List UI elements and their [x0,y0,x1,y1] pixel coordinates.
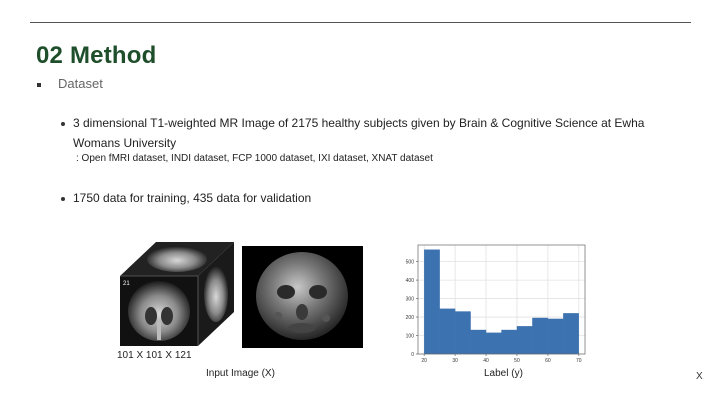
section-bullet-icon [37,83,41,87]
x-tick-label: 20 [421,358,427,364]
corner-x-mark: X [696,371,703,382]
bullet-2: 1750 data for training, 435 data for val… [73,191,312,205]
input-image-caption: Input Image (X) [206,368,275,379]
bullet-dot-icon [61,122,65,126]
y-tick-label: 200 [406,315,415,321]
histogram-bar [516,326,533,355]
x-tick-label: 40 [483,358,489,364]
bullet-1-line-2: Womans University [73,136,177,150]
dataset-sources: : Open fMRI dataset, INDI dataset, FCP 1… [76,153,433,164]
x-tick-label: 30 [452,358,458,364]
y-tick-label: 0 [411,352,414,358]
y-tick-label: 500 [406,260,415,266]
cube-corner-label: 21 [123,281,130,287]
y-tick-label: 100 [406,334,415,340]
y-tick-label: 400 [406,278,415,284]
label-histogram: 0 100 200 300 400 500 20 30 40 50 60 70 [406,244,586,364]
label-caption: Label (y) [484,368,523,379]
x-tick-label: 50 [514,358,520,364]
cube-side-brain [204,266,228,322]
cube-top-brain [147,246,207,272]
cube-dimensions: 101 X 101 X 121 [117,350,192,361]
bullet-1: 3 dimensional T1-weighted MR Image of 21… [73,113,693,153]
bullet-1-line-1: 3 dimensional T1-weighted MR Image of 21… [73,116,645,130]
histogram-bar [563,313,579,355]
histogram-bar [485,332,502,355]
head-render-image [242,246,363,348]
histogram-bar [547,318,564,355]
histogram-bar [470,329,487,355]
slide-title: 02 Method [36,42,157,69]
histogram-bar [501,329,518,355]
x-tick-label: 60 [545,358,551,364]
histogram-bar [454,311,471,355]
top-divider [30,22,691,23]
histogram-bar [424,249,440,355]
bullet-dot-icon [61,197,65,201]
histogram-bar [532,317,549,355]
mri-cube-image: 21 [120,242,234,346]
y-tick-label: 300 [406,297,415,303]
x-tick-label: 70 [576,358,582,364]
section-heading: Dataset [58,76,103,91]
histogram-bar [439,308,456,355]
